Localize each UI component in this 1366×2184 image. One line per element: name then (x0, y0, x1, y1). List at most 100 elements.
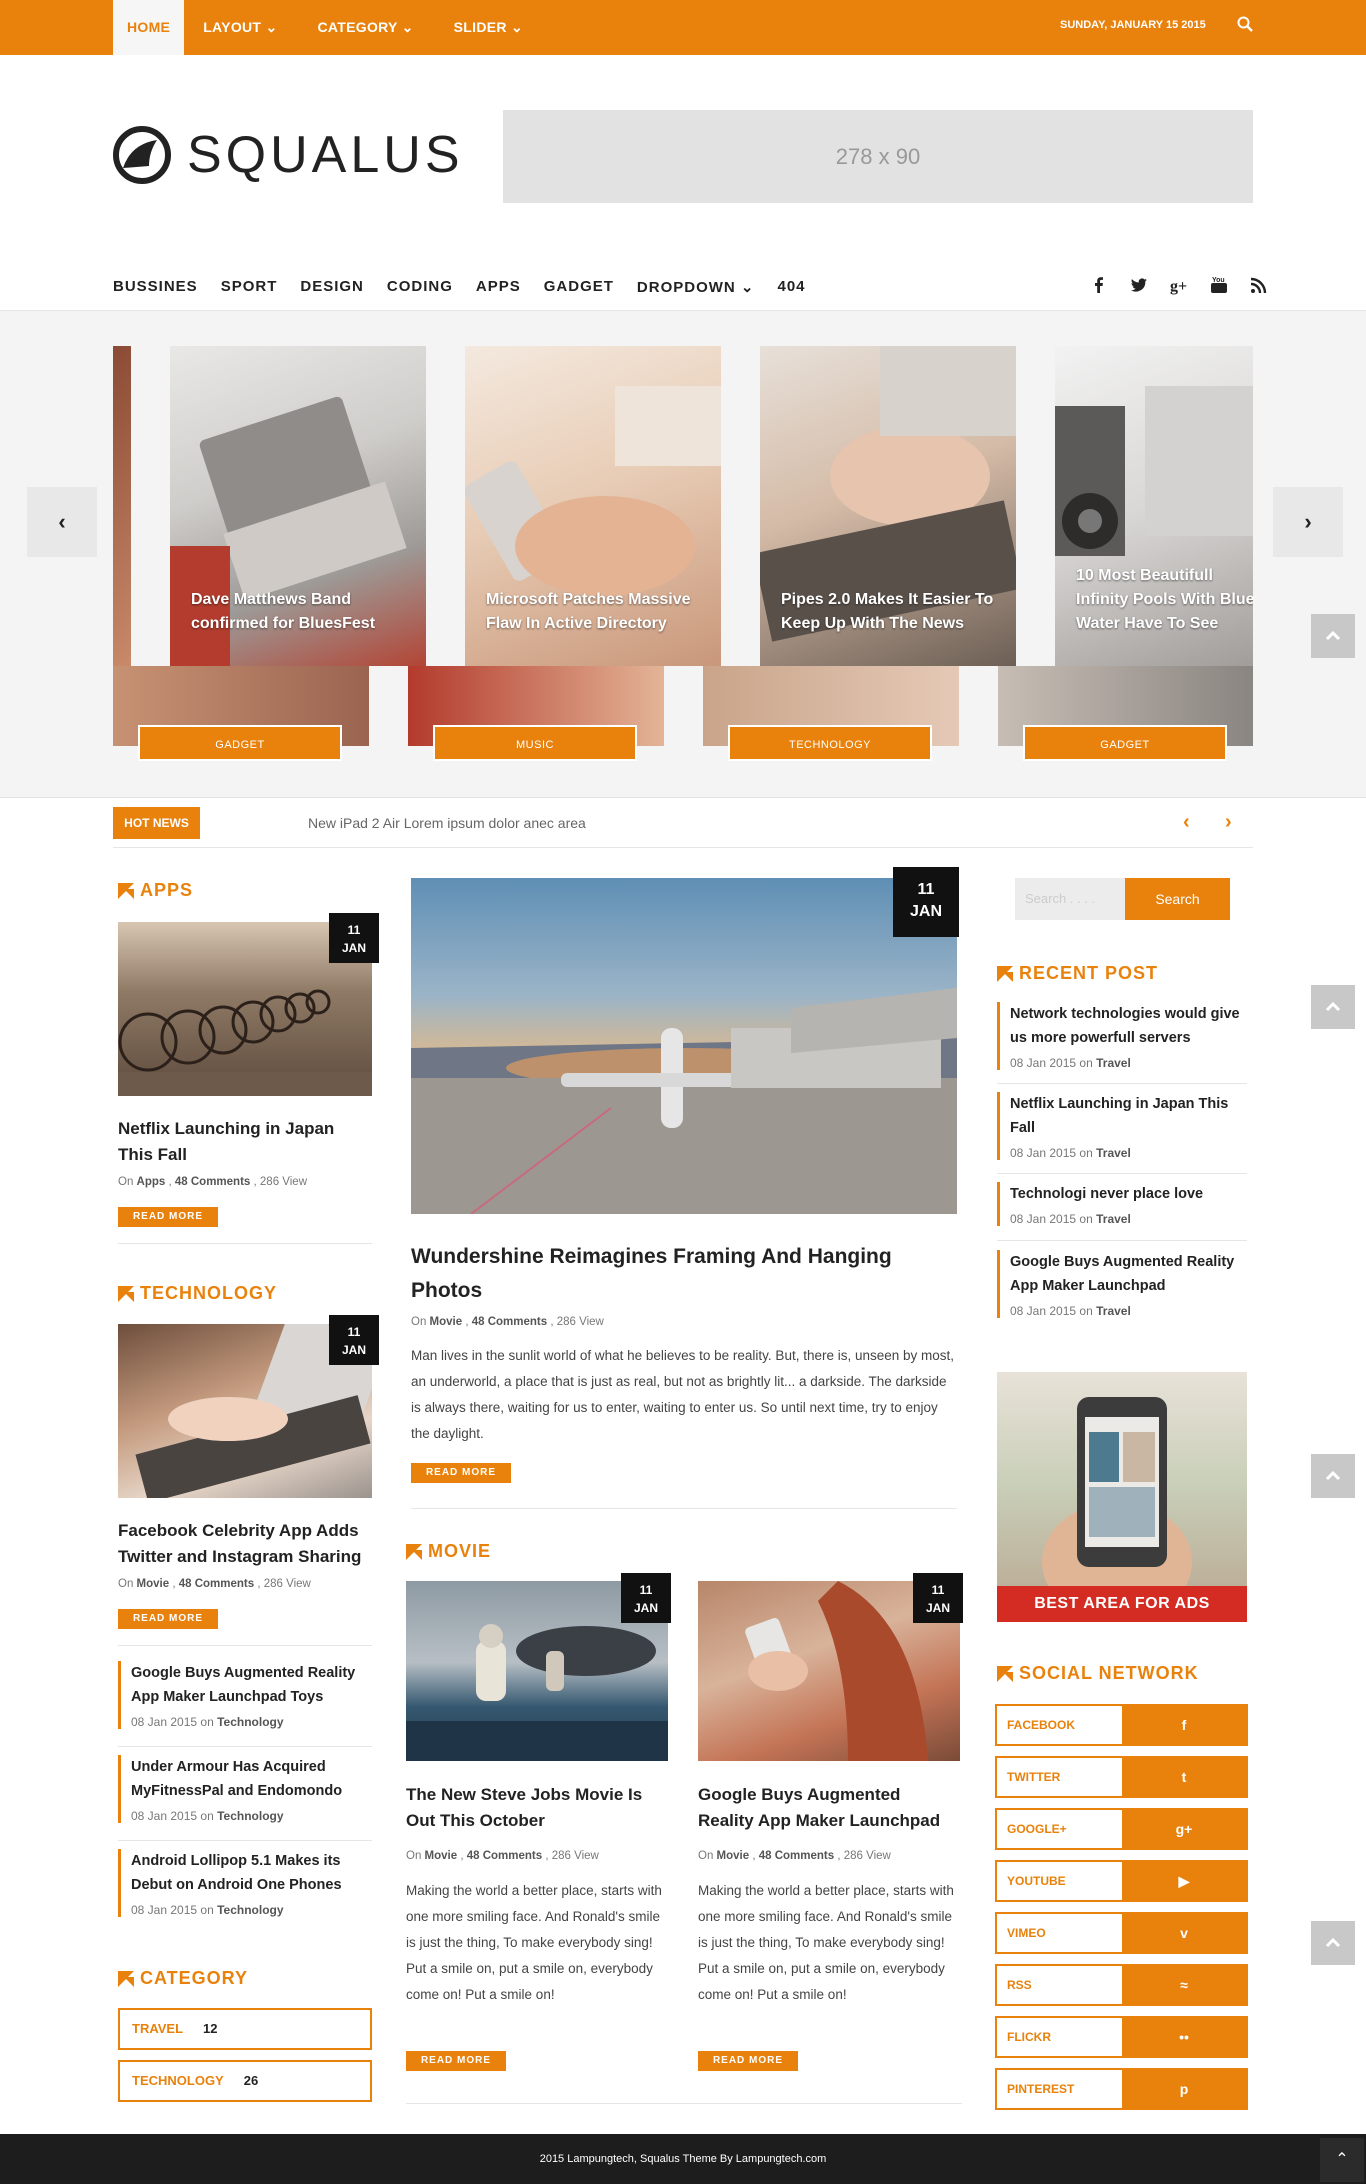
social-link-twitter[interactable]: TWITTER t (995, 1756, 1248, 1798)
recent-post-item[interactable]: Netflix Launching in Japan This Fall 08 … (997, 1092, 1247, 1160)
list-item-title[interactable]: Google Buys Augmented Reality App Maker … (131, 1661, 372, 1709)
meta-comments[interactable]: 48 Comments (472, 1316, 547, 1328)
tech-list-item[interactable]: Android Lollipop 5.1 Makes its Debut on … (118, 1849, 372, 1917)
meta-category[interactable]: Apps (137, 1176, 166, 1188)
ticker-prev-button[interactable]: ‹ (1183, 811, 1190, 834)
slide-title[interactable]: Dave Matthews Band confirmed for BluesFe… (191, 588, 411, 636)
read-more-button[interactable]: READ MORE (118, 1207, 218, 1227)
search-input[interactable]: Search . . . . (1015, 878, 1125, 920)
googleplus-icon[interactable]: g+ (1168, 274, 1190, 296)
slide-title[interactable]: Microsoft Patches Massive Flaw In Active… (486, 588, 706, 636)
list-item-category[interactable]: Technology (217, 1715, 283, 1729)
post-title[interactable]: Google Buys Augmented Reality App Maker … (698, 1782, 960, 1834)
youtube-icon[interactable]: You (1208, 274, 1230, 296)
tech-list-item[interactable]: Google Buys Augmented Reality App Maker … (118, 1661, 372, 1729)
site-logo[interactable]: SQUALUS (113, 125, 464, 185)
recent-post-title[interactable]: Google Buys Augmented Reality App Maker … (1010, 1250, 1247, 1298)
divider (118, 1243, 372, 1244)
main-nav-item[interactable]: APPS (476, 278, 521, 296)
read-more-button[interactable]: READ MORE (118, 1609, 218, 1629)
header-ad-banner[interactable]: 278 x 90 (503, 110, 1253, 203)
rss-icon[interactable] (1248, 274, 1270, 296)
list-item-category[interactable]: Technology (217, 1809, 283, 1823)
main-nav-item[interactable]: DROPDOWN ⌄ (637, 278, 755, 296)
slide-category[interactable]: MUSIC (433, 725, 637, 761)
post-title[interactable]: The New Steve Jobs Movie Is Out This Oct… (406, 1782, 668, 1834)
slide-category[interactable]: GADGET (1023, 725, 1227, 761)
post-title[interactable]: Facebook Celebrity App Adds Twitter and … (118, 1518, 372, 1570)
recent-post-category[interactable]: Travel (1096, 1146, 1131, 1160)
recent-post-category[interactable]: Travel (1096, 1304, 1131, 1318)
meta-comments[interactable]: 48 Comments (759, 1850, 834, 1862)
recent-post-item[interactable]: Technologi never place love 08 Jan 2015 … (997, 1182, 1247, 1226)
social-link-googleplus[interactable]: GOOGLE+ g+ (995, 1808, 1248, 1850)
back-to-top-button[interactable] (1311, 614, 1355, 658)
social-link-rss[interactable]: RSS ≈ (995, 1964, 1248, 2006)
flag-icon (118, 1970, 134, 1987)
slide-2[interactable]: Microsoft Patches Massive Flaw In Active… (465, 346, 721, 666)
main-nav-item[interactable]: CODING (387, 278, 453, 296)
read-more-button[interactable]: READ MORE (406, 2051, 506, 2071)
meta-category[interactable]: Movie (137, 1578, 170, 1590)
slide-title[interactable]: Pipes 2.0 Makes It Easier To Keep Up Wit… (781, 588, 1001, 636)
recent-post-category[interactable]: Travel (1096, 1212, 1131, 1226)
recent-post-item[interactable]: Google Buys Augmented Reality App Maker … (997, 1250, 1247, 1318)
meta-comments[interactable]: 48 Comments (467, 1850, 542, 1862)
ticker-next-button[interactable]: › (1225, 811, 1232, 834)
tech-list-item[interactable]: Under Armour Has Acquired MyFitnessPal a… (118, 1755, 372, 1823)
recent-post-item[interactable]: Network technologies would give us more … (997, 1002, 1247, 1070)
meta-comments[interactable]: 48 Comments (175, 1176, 250, 1188)
recent-post-title[interactable]: Network technologies would give us more … (1010, 1002, 1247, 1050)
category-item[interactable]: TRAVEL 12 (118, 2008, 372, 2050)
sidebar-ad[interactable]: BEST AREA FOR ADS (997, 1372, 1247, 1622)
social-link-vimeo[interactable]: VIMEO v (995, 1912, 1248, 1954)
featured-post-thumbnail[interactable] (411, 878, 957, 1214)
recent-post-title[interactable]: Netflix Launching in Japan This Fall (1010, 1092, 1247, 1140)
slide-1[interactable]: Dave Matthews Band confirmed for BluesFe… (170, 346, 426, 666)
back-to-top-button[interactable] (1311, 1454, 1355, 1498)
meta-category[interactable]: Movie (430, 1316, 463, 1328)
read-more-button[interactable]: READ MORE (411, 1463, 511, 1483)
slide-title[interactable]: 10 Most Beautifull Infinity Pools With B… (1076, 564, 1253, 636)
top-nav-layout[interactable]: LAYOUT ⌄ (189, 0, 291, 55)
meta-category[interactable]: Movie (425, 1850, 458, 1862)
recent-post-meta: 08 Jan 2015 on Travel (1010, 1212, 1247, 1226)
slider-prev-button[interactable]: ‹ (27, 487, 97, 557)
recent-post-category[interactable]: Travel (1096, 1056, 1131, 1070)
list-item-category[interactable]: Technology (217, 1903, 283, 1917)
main-nav-item[interactable]: 404 (778, 278, 806, 296)
social-link-pinterest[interactable]: PINTEREST p (995, 2068, 1248, 2110)
top-nav-home[interactable]: HOME (113, 0, 185, 55)
social-link-facebook[interactable]: FACEBOOK f (995, 1704, 1248, 1746)
main-nav-item[interactable]: SPORT (221, 278, 278, 296)
slide-category[interactable]: GADGET (138, 725, 342, 761)
list-item-title[interactable]: Under Armour Has Acquired MyFitnessPal a… (131, 1755, 372, 1803)
social-link-flickr[interactable]: FLICKR •• (995, 2016, 1248, 2058)
meta-comments[interactable]: 48 Comments (179, 1578, 254, 1590)
facebook-icon[interactable] (1088, 274, 1110, 296)
twitter-icon[interactable] (1128, 274, 1150, 296)
back-to-top-button[interactable] (1311, 985, 1355, 1029)
search-icon[interactable] (1237, 16, 1253, 32)
search-button[interactable]: Search (1125, 878, 1230, 920)
main-nav-item[interactable]: GADGET (544, 278, 614, 296)
social-link-youtube[interactable]: YOUTUBE ▶ (995, 1860, 1248, 1902)
meta-category[interactable]: Movie (717, 1850, 750, 1862)
footer-back-to-top-button[interactable]: ⌃ (1320, 2138, 1364, 2182)
main-nav-item[interactable]: DESIGN (300, 278, 364, 296)
recent-post-title[interactable]: Technologi never place love (1010, 1182, 1247, 1206)
read-more-button[interactable]: READ MORE (698, 2051, 798, 2071)
slide-category[interactable]: TECHNOLOGY (728, 725, 932, 761)
featured-post-title[interactable]: Wundershine Reimagines Framing And Hangi… (411, 1240, 957, 1308)
main-nav-item[interactable]: BUSSINES (113, 278, 198, 296)
slide-4[interactable]: 10 Most Beautifull Infinity Pools With B… (1055, 346, 1253, 666)
top-nav-slider[interactable]: SLIDER ⌄ (440, 0, 537, 55)
slide-3[interactable]: Pipes 2.0 Makes It Easier To Keep Up Wit… (760, 346, 1016, 666)
top-nav-category[interactable]: CATEGORY ⌄ (304, 0, 428, 55)
hot-news-ticker[interactable]: New iPad 2 Air Lorem ipsum dolor anec ar… (308, 815, 586, 831)
category-item[interactable]: TECHNOLOGY 26 (118, 2060, 372, 2102)
post-title[interactable]: Netflix Launching in Japan This Fall (118, 1116, 372, 1168)
slider-next-button[interactable]: › (1273, 487, 1343, 557)
back-to-top-button[interactable] (1311, 1921, 1355, 1965)
list-item-title[interactable]: Android Lollipop 5.1 Makes its Debut on … (131, 1849, 372, 1897)
